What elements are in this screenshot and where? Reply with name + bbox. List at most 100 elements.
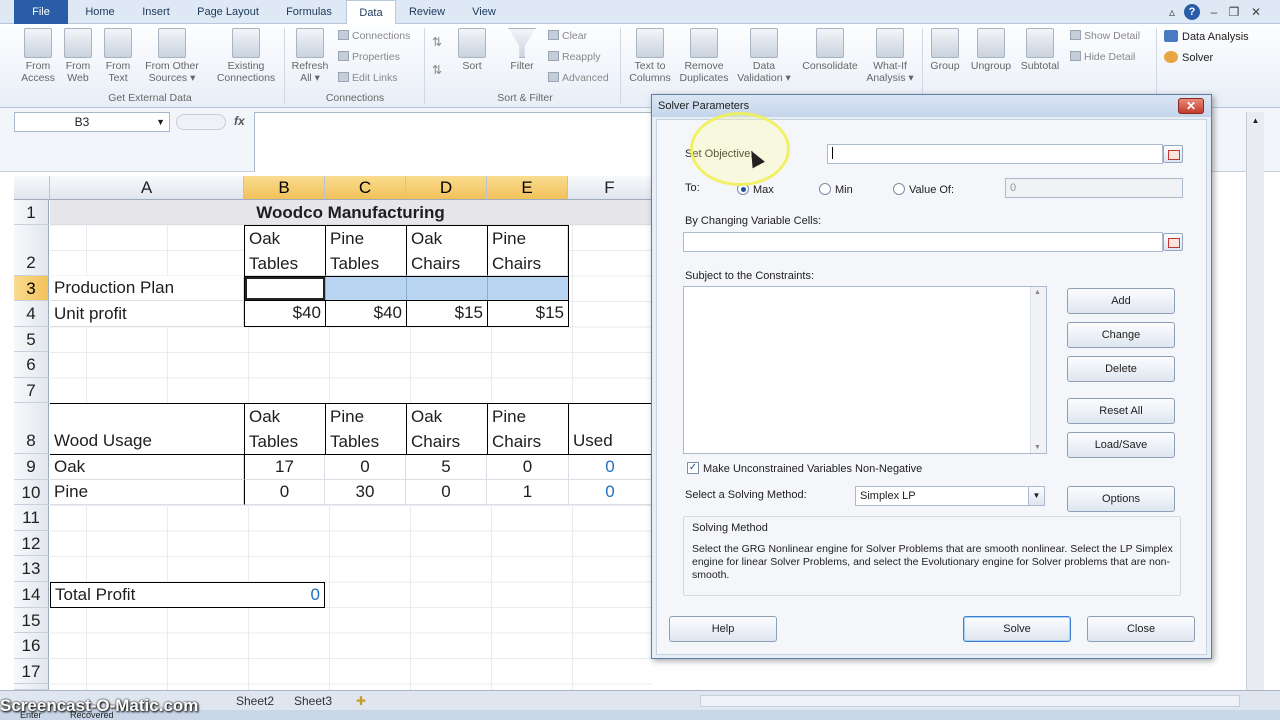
cell-a10[interactable]: Pine bbox=[50, 480, 244, 505]
reapply-button[interactable]: Reapply bbox=[548, 51, 601, 64]
constraints-scrollbar[interactable]: ▲ ▼ bbox=[1030, 287, 1046, 453]
solver-button[interactable]: Solver bbox=[1164, 51, 1213, 65]
cell-d8[interactable]: Oak Chairs bbox=[407, 404, 488, 454]
non-negative-checkbox[interactable]: ✓ bbox=[687, 462, 699, 474]
hide-detail-button[interactable]: Hide Detail bbox=[1070, 51, 1135, 64]
row-header[interactable]: 1 bbox=[14, 200, 49, 225]
cell-b2[interactable]: Oak Tables bbox=[245, 226, 326, 276]
formula-bar-expander[interactable] bbox=[176, 114, 226, 130]
add-button[interactable]: Add bbox=[1067, 288, 1175, 314]
row-header[interactable]: 5 bbox=[14, 327, 49, 352]
edit-links-button[interactable]: Edit Links bbox=[338, 72, 398, 85]
row-header[interactable]: 9 bbox=[14, 454, 49, 480]
changing-cells-input[interactable] bbox=[683, 232, 1163, 252]
sort-button[interactable]: Sort bbox=[454, 28, 490, 72]
reset-all-button[interactable]: Reset All bbox=[1067, 398, 1175, 424]
show-detail-button[interactable]: Show Detail bbox=[1070, 30, 1140, 43]
sheet-tab-sheet2[interactable]: Sheet2 bbox=[230, 692, 280, 710]
options-button[interactable]: Options bbox=[1067, 486, 1175, 512]
scroll-down-icon[interactable]: ▼ bbox=[1034, 444, 1041, 451]
cell-e9[interactable]: 0 bbox=[487, 455, 569, 480]
tab-file[interactable]: File bbox=[14, 0, 68, 24]
clear-button[interactable]: Clear bbox=[548, 30, 587, 43]
sheet-title[interactable]: Woodco Manufacturing bbox=[50, 200, 652, 225]
existing-connections-button[interactable]: Existing Connections bbox=[212, 28, 280, 84]
filter-button[interactable]: Filter bbox=[504, 28, 540, 72]
cell-e2[interactable]: Pine Chairs bbox=[488, 226, 568, 276]
formula-input[interactable] bbox=[254, 112, 654, 172]
row-header[interactable]: 8 bbox=[14, 403, 49, 454]
min-radio[interactable] bbox=[819, 183, 831, 195]
load-save-button[interactable]: Load/Save bbox=[1067, 432, 1175, 458]
cell-c8[interactable]: Pine Tables bbox=[326, 404, 407, 454]
remove-duplicates-button[interactable]: Remove Duplicates bbox=[676, 28, 732, 84]
tab-page-layout[interactable]: Page Layout bbox=[190, 0, 266, 24]
row-header[interactable]: 14 bbox=[14, 582, 49, 608]
close-button[interactable]: Close bbox=[1087, 616, 1195, 642]
cell-a4[interactable]: Unit profit bbox=[50, 301, 244, 327]
cell-a9[interactable]: Oak bbox=[50, 455, 244, 480]
row-header[interactable]: 13 bbox=[14, 556, 49, 582]
tab-review[interactable]: Review bbox=[404, 0, 450, 24]
connections-button[interactable]: Connections bbox=[338, 30, 410, 43]
from-text-button[interactable]: From Text bbox=[100, 28, 136, 84]
set-objective-input[interactable] bbox=[827, 144, 1163, 164]
cell-b10[interactable]: 0 bbox=[244, 480, 325, 505]
sort-az-button[interactable]: ⇅ bbox=[432, 36, 442, 49]
column-header-d[interactable]: D bbox=[406, 176, 487, 200]
vertical-scrollbar[interactable]: ▲ bbox=[1246, 112, 1264, 690]
objective-ref-button[interactable] bbox=[1163, 145, 1183, 163]
tab-view[interactable]: View bbox=[464, 0, 504, 24]
insert-function-icon[interactable]: fx bbox=[234, 114, 245, 128]
row-header[interactable]: 15 bbox=[14, 608, 49, 633]
from-other-sources-button[interactable]: From Other Sources ▾ bbox=[140, 28, 204, 84]
tab-insert[interactable]: Insert bbox=[134, 0, 178, 24]
cell-c4[interactable]: $40 bbox=[326, 301, 407, 326]
from-access-button[interactable]: From Access bbox=[18, 28, 58, 84]
scroll-up-icon[interactable]: ▲ bbox=[1249, 116, 1262, 130]
tab-formulas[interactable]: Formulas bbox=[280, 0, 338, 24]
row-header[interactable]: 2 bbox=[14, 225, 49, 276]
tab-home[interactable]: Home bbox=[78, 0, 122, 24]
restore-icon[interactable]: ❐ bbox=[1226, 4, 1242, 20]
cell-f8[interactable]: Used bbox=[569, 428, 652, 454]
group-button[interactable]: Group bbox=[926, 28, 964, 72]
cell-e4[interactable]: $15 bbox=[488, 301, 568, 326]
cell-b9[interactable]: 17 bbox=[244, 455, 325, 480]
value-of-input[interactable]: 0 bbox=[1005, 178, 1183, 198]
help-icon[interactable]: ? bbox=[1184, 4, 1200, 20]
cell-e8[interactable]: Pine Chairs bbox=[488, 404, 569, 454]
column-header-e[interactable]: E bbox=[487, 176, 568, 200]
row-header[interactable]: 11 bbox=[14, 505, 49, 531]
cell-a14[interactable]: Total Profit bbox=[51, 583, 244, 607]
text-to-columns-button[interactable]: Text to Columns bbox=[626, 28, 674, 84]
tab-data[interactable]: Data bbox=[346, 0, 396, 25]
select-all-corner[interactable] bbox=[14, 176, 50, 200]
horizontal-scrollbar[interactable] bbox=[700, 695, 1240, 707]
cell-d4[interactable]: $15 bbox=[407, 301, 488, 326]
row-header[interactable]: 3 bbox=[14, 276, 49, 301]
cell-c9[interactable]: 0 bbox=[325, 455, 406, 480]
help-button[interactable]: Help bbox=[669, 616, 777, 642]
subtotal-button[interactable]: Subtotal bbox=[1016, 28, 1064, 72]
changing-cells-ref-button[interactable] bbox=[1163, 233, 1183, 251]
data-validation-button[interactable]: Data Validation ▾ bbox=[734, 28, 794, 84]
cell-a8[interactable]: Wood Usage bbox=[50, 428, 244, 454]
cell-f10[interactable]: 0 bbox=[569, 480, 652, 505]
scroll-up-icon[interactable]: ▲ bbox=[1034, 289, 1041, 296]
constraints-list[interactable]: ▲ ▼ bbox=[683, 286, 1047, 454]
row-header[interactable]: 4 bbox=[14, 301, 49, 327]
chevron-down-icon[interactable]: ▼ bbox=[1028, 487, 1044, 505]
what-if-analysis-button[interactable]: What-If Analysis ▾ bbox=[864, 28, 916, 84]
column-header-c[interactable]: C bbox=[325, 176, 406, 200]
solving-method-select[interactable]: Simplex LP ▼ bbox=[855, 486, 1045, 506]
close-icon[interactable]: ✕ bbox=[1178, 98, 1204, 114]
cell-f9[interactable]: 0 bbox=[569, 455, 652, 480]
row-header[interactable]: 10 bbox=[14, 480, 49, 505]
minimize-ribbon-icon[interactable]: ▵ bbox=[1164, 4, 1180, 20]
cell-c2[interactable]: Pine Tables bbox=[326, 226, 407, 276]
row-header[interactable]: 6 bbox=[14, 352, 49, 378]
ungroup-button[interactable]: Ungroup bbox=[966, 28, 1016, 72]
sheet-tab-sheet3[interactable]: Sheet3 bbox=[288, 692, 338, 710]
cell-b14[interactable]: 0 bbox=[244, 583, 324, 607]
